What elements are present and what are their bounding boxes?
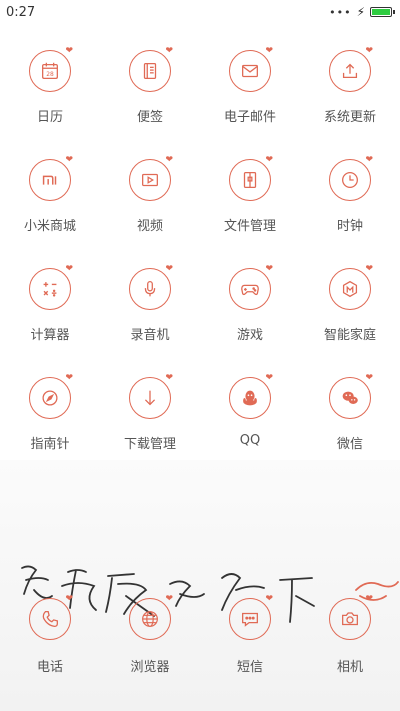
app-system-update[interactable]: ❤ 系统更新: [300, 30, 400, 139]
app-calculator[interactable]: ❤ 计算器: [0, 248, 100, 357]
app-browser[interactable]: ❤ 浏览器: [100, 588, 200, 675]
file-manager-icon: ❤: [229, 155, 273, 201]
heart-icon: ❤: [165, 46, 173, 56]
app-wechat[interactable]: ❤ 微信: [300, 357, 400, 466]
heart-icon: ❤: [365, 264, 373, 274]
app-label: 计算器: [30, 328, 70, 343]
app-video[interactable]: ❤ 视频: [100, 139, 200, 248]
video-icon: ❤: [129, 155, 173, 201]
app-mi-store[interactable]: ❤ 小米商城: [0, 139, 100, 248]
app-label: 小米商城: [23, 219, 76, 234]
app-label: 日历: [36, 110, 63, 125]
app-camera[interactable]: ❤ 相机: [300, 588, 400, 675]
app-recorder[interactable]: ❤ 录音机: [100, 248, 200, 357]
heart-icon: ❤: [165, 373, 173, 383]
app-download-manager[interactable]: ❤ 下载管理: [100, 357, 200, 466]
app-notes[interactable]: ❤ 便签: [100, 30, 200, 139]
app-label: 视频: [136, 219, 163, 234]
notes-icon: ❤: [129, 46, 173, 92]
status-time: 0:27: [6, 4, 36, 20]
app-label: 游戏: [236, 328, 263, 343]
app-label: 浏览器: [130, 660, 170, 675]
compass-icon: ❤: [29, 373, 73, 419]
app-game[interactable]: ❤ 游戏: [200, 248, 300, 357]
charging-icon: ⚡: [356, 5, 365, 19]
app-sms[interactable]: ❤ 短信: [200, 588, 300, 675]
app-smart-home[interactable]: ❤ 智能家庭: [300, 248, 400, 357]
app-label: QQ: [239, 433, 261, 448]
qq-icon: ❤: [229, 373, 273, 419]
app-label: 录音机: [130, 328, 170, 343]
app-qq[interactable]: ❤ QQ: [200, 357, 300, 466]
browser-icon: ❤: [129, 594, 173, 640]
calendar-date: 28: [46, 71, 54, 78]
heart-icon: ❤: [65, 264, 73, 274]
system-update-icon: ❤: [329, 46, 373, 92]
heart-icon: ❤: [365, 373, 373, 383]
heart-icon: ❤: [265, 594, 273, 604]
heart-icon: ❤: [265, 155, 273, 165]
app-email[interactable]: ❤ 电子邮件: [200, 30, 300, 139]
app-label: 系统更新: [323, 110, 376, 125]
heart-icon: ❤: [365, 594, 373, 604]
app-label: 短信: [236, 660, 263, 675]
heart-icon: ❤: [65, 155, 73, 165]
mail-icon: ❤: [229, 46, 273, 92]
game-icon: ❤: [229, 264, 273, 310]
signal-icon: •••: [329, 5, 352, 19]
calendar-icon: ❤ 28: [29, 46, 73, 92]
heart-icon: ❤: [265, 46, 273, 56]
app-phone[interactable]: ❤ 电话: [0, 588, 100, 675]
app-label: 相机: [336, 660, 363, 675]
recorder-icon: ❤: [129, 264, 173, 310]
heart-icon: ❤: [65, 373, 73, 383]
heart-icon: ❤: [265, 373, 273, 383]
app-label: 微信: [336, 437, 363, 452]
calculator-icon: ❤: [29, 264, 73, 310]
camera-icon: ❤: [329, 594, 373, 640]
heart-icon: ❤: [265, 264, 273, 274]
smart-home-icon: ❤: [329, 264, 373, 310]
app-file-manager[interactable]: ❤ 文件管理: [200, 139, 300, 248]
clock-icon: ❤: [329, 155, 373, 201]
heart-icon: ❤: [165, 155, 173, 165]
status-icons: ••• ⚡: [329, 5, 395, 19]
app-label: 电话: [36, 660, 63, 675]
heart-icon: ❤: [65, 46, 73, 56]
app-label: 指南针: [30, 437, 70, 452]
heart-icon: ❤: [365, 155, 373, 165]
app-label: 下载管理: [123, 437, 176, 452]
app-label: 时钟: [336, 219, 363, 234]
heart-icon: ❤: [365, 46, 373, 56]
mi-store-icon: ❤: [29, 155, 73, 201]
app-compass[interactable]: ❤ 指南针: [0, 357, 100, 466]
phone-icon: ❤: [29, 594, 73, 640]
battery-icon: [370, 7, 395, 17]
app-clock[interactable]: ❤ 时钟: [300, 139, 400, 248]
app-grid: ❤ 28 日历 ❤ 便签 ❤ 电子邮件 ❤ 系统更新 ❤ 小米商城 ❤ 视频 ❤…: [0, 30, 400, 466]
app-calendar[interactable]: ❤ 28 日历: [0, 30, 100, 139]
wechat-icon: ❤: [329, 373, 373, 419]
app-label: 智能家庭: [323, 328, 376, 343]
heart-icon: ❤: [165, 594, 173, 604]
sms-icon: ❤: [229, 594, 273, 640]
status-bar: 0:27 ••• ⚡: [0, 0, 400, 24]
heart-icon: ❤: [65, 594, 73, 604]
app-label: 电子邮件: [223, 110, 276, 125]
download-icon: ❤: [129, 373, 173, 419]
dock: ❤ 电话 ❤ 浏览器 ❤ 短信 ❤ 相机: [0, 588, 400, 675]
app-label: 文件管理: [223, 219, 276, 234]
app-label: 便签: [136, 110, 163, 125]
heart-icon: ❤: [165, 264, 173, 274]
